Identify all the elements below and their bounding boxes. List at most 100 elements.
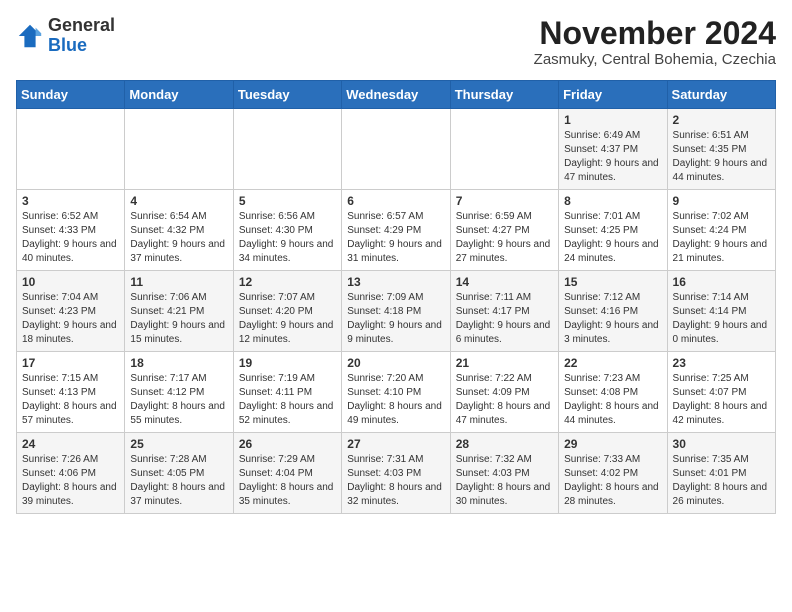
day-info: Sunrise: 7:17 AM Sunset: 4:12 PM Dayligh…	[130, 372, 227, 428]
calendar-day-5: 5Sunrise: 6:56 AM Sunset: 4:30 PM Daylig…	[233, 190, 341, 271]
logo-text: General Blue	[48, 16, 115, 56]
day-number: 21	[456, 356, 553, 370]
calendar-day-22: 22 Sunrise: 7:23 AM Sunset: 4:08 PM Dayli…	[559, 352, 667, 433]
day-number: 1	[564, 113, 661, 127]
calendar-day-20: 20Sunrise: 7:20 AM Sunset: 4:10 PM Dayli…	[342, 352, 450, 433]
calendar-day-4: 4Sunrise: 6:54 AM Sunset: 4:32 PM Daylig…	[125, 190, 233, 271]
calendar-week-row: 10Sunrise: 7:04 AM Sunset: 4:23 PM Dayli…	[17, 271, 776, 352]
day-number: 13	[347, 275, 444, 289]
calendar-day-14: 14 Sunrise: 7:11 AM Sunset: 4:17 PM Dayli…	[450, 271, 558, 352]
calendar-day-1: 1Sunrise: 6:49 AM Sunset: 4:37 PM Daylig…	[559, 109, 667, 190]
day-info: Sunrise: 7:07 AM Sunset: 4:20 PM Dayligh…	[239, 291, 336, 347]
day-info: Sunrise: 7:01 AM Sunset: 4:25 PM Dayligh…	[564, 210, 661, 266]
day-info: Sunrise: 7:11 AM Sunset: 4:17 PM Dayligh…	[456, 291, 553, 347]
calendar-table: SundayMondayTuesdayWednesdayThursdayFrid…	[16, 80, 776, 514]
calendar-day-19: 19 Sunrise: 7:19 AM Sunset: 4:11 PM Dayli…	[233, 352, 341, 433]
day-number: 14	[456, 275, 553, 289]
calendar-day-27: 27 Sunrise: 7:31 AM Sunset: 4:03 PM Dayli…	[342, 433, 450, 514]
day-info: Sunrise: 7:04 AM Sunset: 4:23 PM Dayligh…	[22, 291, 119, 347]
day-info: Sunrise: 7:28 AM Sunset: 4:05 PM Dayligh…	[130, 453, 227, 509]
weekday-header-saturday: Saturday	[667, 81, 775, 109]
day-info: Sunrise: 6:57 AM Sunset: 4:29 PM Dayligh…	[347, 210, 444, 266]
calendar-day-24: 24Sunrise: 7:26 AM Sunset: 4:06 PM Dayli…	[17, 433, 125, 514]
day-info: Sunrise: 7:12 AM Sunset: 4:16 PM Dayligh…	[564, 291, 661, 347]
day-number: 23	[673, 356, 770, 370]
month-title: November 2024	[534, 16, 776, 51]
day-info: Sunrise: 6:51 AM Sunset: 4:35 PM Dayligh…	[673, 129, 770, 185]
day-number: 6	[347, 194, 444, 208]
day-number: 30	[673, 437, 770, 451]
weekday-header-thursday: Thursday	[450, 81, 558, 109]
calendar-day-3: 3 Sunrise: 6:52 AM Sunset: 4:33 PM Daylig…	[17, 190, 125, 271]
calendar-day-11: 11 Sunrise: 7:06 AM Sunset: 4:21 PM Dayli…	[125, 271, 233, 352]
calendar-day-9: 9 Sunrise: 7:02 AM Sunset: 4:24 PM Daylig…	[667, 190, 775, 271]
title-area: November 2024 Zasmuky, Central Bohemia, …	[534, 16, 776, 68]
day-number: 28	[456, 437, 553, 451]
empty-day-cell	[233, 109, 341, 190]
day-info: Sunrise: 6:52 AM Sunset: 4:33 PM Dayligh…	[22, 210, 119, 266]
calendar-day-25: 25 Sunrise: 7:28 AM Sunset: 4:05 PM Dayli…	[125, 433, 233, 514]
calendar-day-18: 18 Sunrise: 7:17 AM Sunset: 4:12 PM Dayli…	[125, 352, 233, 433]
day-info: Sunrise: 6:59 AM Sunset: 4:27 PM Dayligh…	[456, 210, 553, 266]
weekday-header-wednesday: Wednesday	[342, 81, 450, 109]
day-info: Sunrise: 7:26 AM Sunset: 4:06 PM Dayligh…	[22, 453, 119, 509]
calendar-day-12: 12Sunrise: 7:07 AM Sunset: 4:20 PM Dayli…	[233, 271, 341, 352]
calendar-day-30: 30Sunrise: 7:35 AM Sunset: 4:01 PM Dayli…	[667, 433, 775, 514]
empty-day-cell	[342, 109, 450, 190]
calendar-day-8: 8 Sunrise: 7:01 AM Sunset: 4:25 PM Daylig…	[559, 190, 667, 271]
empty-day-cell	[17, 109, 125, 190]
day-info: Sunrise: 7:09 AM Sunset: 4:18 PM Dayligh…	[347, 291, 444, 347]
day-info: Sunrise: 7:19 AM Sunset: 4:11 PM Dayligh…	[239, 372, 336, 428]
day-number: 3	[22, 194, 119, 208]
day-number: 15	[564, 275, 661, 289]
calendar-day-29: 29 Sunrise: 7:33 AM Sunset: 4:02 PM Dayli…	[559, 433, 667, 514]
day-number: 17	[22, 356, 119, 370]
day-info: Sunrise: 7:25 AM Sunset: 4:07 PM Dayligh…	[673, 372, 770, 428]
day-info: Sunrise: 7:02 AM Sunset: 4:24 PM Dayligh…	[673, 210, 770, 266]
calendar-day-26: 26 Sunrise: 7:29 AM Sunset: 4:04 PM Dayli…	[233, 433, 341, 514]
weekday-header-friday: Friday	[559, 81, 667, 109]
day-info: Sunrise: 7:29 AM Sunset: 4:04 PM Dayligh…	[239, 453, 336, 509]
weekday-header-tuesday: Tuesday	[233, 81, 341, 109]
day-number: 29	[564, 437, 661, 451]
calendar-week-row: 17Sunrise: 7:15 AM Sunset: 4:13 PM Dayli…	[17, 352, 776, 433]
day-number: 8	[564, 194, 661, 208]
day-number: 22	[564, 356, 661, 370]
calendar-day-7: 7Sunrise: 6:59 AM Sunset: 4:27 PM Daylig…	[450, 190, 558, 271]
calendar-week-row: 3 Sunrise: 6:52 AM Sunset: 4:33 PM Daylig…	[17, 190, 776, 271]
calendar-day-15: 15 Sunrise: 7:12 AM Sunset: 4:16 PM Dayli…	[559, 271, 667, 352]
day-number: 16	[673, 275, 770, 289]
day-info: Sunrise: 7:32 AM Sunset: 4:03 PM Dayligh…	[456, 453, 553, 509]
location-title: Zasmuky, Central Bohemia, Czechia	[534, 51, 776, 68]
day-number: 4	[130, 194, 227, 208]
day-info: Sunrise: 7:31 AM Sunset: 4:03 PM Dayligh…	[347, 453, 444, 509]
calendar-day-2: 2 Sunrise: 6:51 AM Sunset: 4:35 PM Daylig…	[667, 109, 775, 190]
day-number: 26	[239, 437, 336, 451]
calendar-day-6: 6 Sunrise: 6:57 AM Sunset: 4:29 PM Daylig…	[342, 190, 450, 271]
day-info: Sunrise: 6:56 AM Sunset: 4:30 PM Dayligh…	[239, 210, 336, 266]
day-info: Sunrise: 7:23 AM Sunset: 4:08 PM Dayligh…	[564, 372, 661, 428]
calendar-day-16: 16 Sunrise: 7:14 AM Sunset: 4:14 PM Dayli…	[667, 271, 775, 352]
day-number: 2	[673, 113, 770, 127]
calendar-day-10: 10Sunrise: 7:04 AM Sunset: 4:23 PM Dayli…	[17, 271, 125, 352]
page-header: General Blue November 2024 Zasmuky, Cent…	[16, 16, 776, 68]
day-number: 27	[347, 437, 444, 451]
day-info: Sunrise: 7:06 AM Sunset: 4:21 PM Dayligh…	[130, 291, 227, 347]
day-info: Sunrise: 7:14 AM Sunset: 4:14 PM Dayligh…	[673, 291, 770, 347]
weekday-header-sunday: Sunday	[17, 81, 125, 109]
calendar-week-row: 1Sunrise: 6:49 AM Sunset: 4:37 PM Daylig…	[17, 109, 776, 190]
day-number: 20	[347, 356, 444, 370]
day-info: Sunrise: 7:22 AM Sunset: 4:09 PM Dayligh…	[456, 372, 553, 428]
day-number: 9	[673, 194, 770, 208]
calendar-day-13: 13 Sunrise: 7:09 AM Sunset: 4:18 PM Dayli…	[342, 271, 450, 352]
day-number: 18	[130, 356, 227, 370]
calendar-day-28: 28 Sunrise: 7:32 AM Sunset: 4:03 PM Dayli…	[450, 433, 558, 514]
day-number: 25	[130, 437, 227, 451]
calendar-day-17: 17Sunrise: 7:15 AM Sunset: 4:13 PM Dayli…	[17, 352, 125, 433]
calendar-day-21: 21 Sunrise: 7:22 AM Sunset: 4:09 PM Dayli…	[450, 352, 558, 433]
day-number: 11	[130, 275, 227, 289]
logo: General Blue	[16, 16, 115, 56]
weekday-header-monday: Monday	[125, 81, 233, 109]
day-info: Sunrise: 7:33 AM Sunset: 4:02 PM Dayligh…	[564, 453, 661, 509]
day-number: 19	[239, 356, 336, 370]
